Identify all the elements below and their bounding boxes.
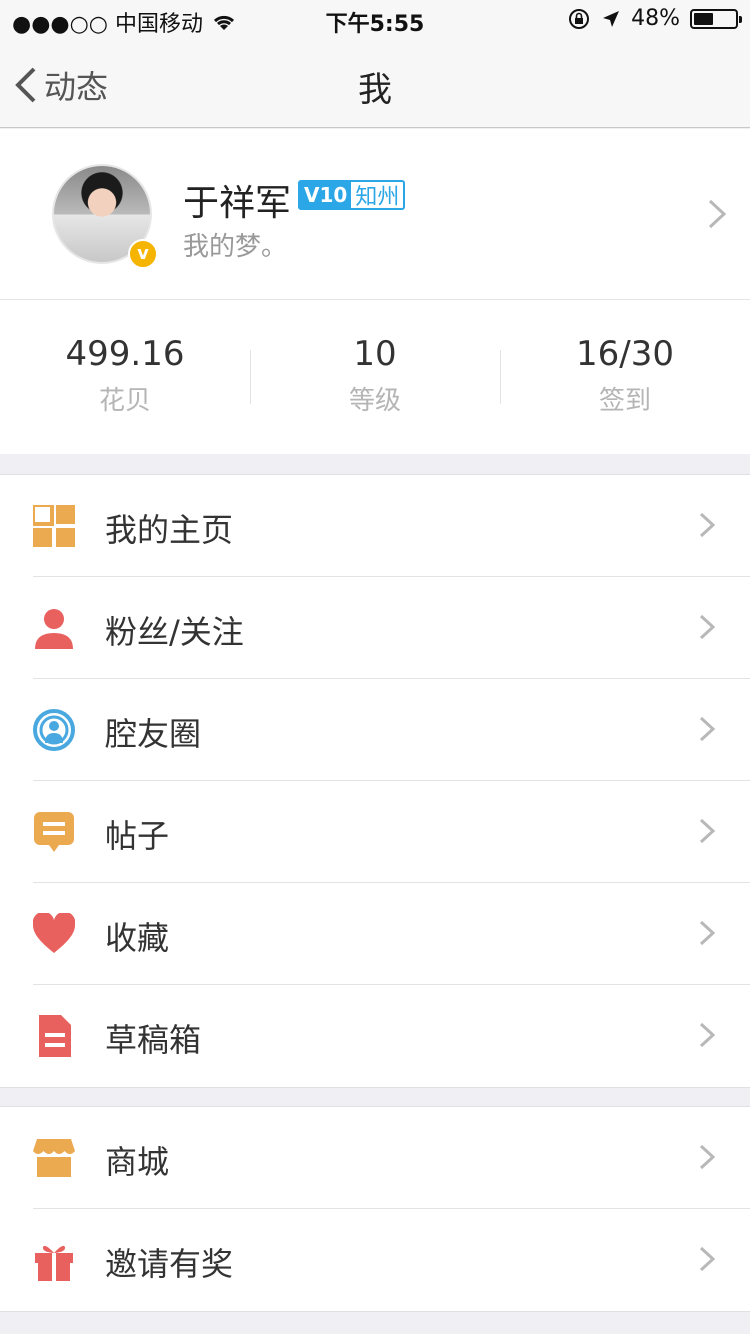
menu-label: 帖子	[105, 817, 170, 855]
menu-item-store[interactable]: 商城	[0, 1107, 750, 1209]
location-label: 知州	[355, 185, 400, 210]
status-bar: ●●●○○ 中国移动 下午5:55 48%	[0, 0, 750, 40]
stat-label: 花贝	[98, 386, 151, 416]
menu-item-invite[interactable]: 邀请有奖	[0, 1209, 750, 1311]
menu-item-circle[interactable]: 腔友圈	[0, 679, 750, 781]
message-icon	[34, 812, 74, 852]
menu-label: 草稿箱	[105, 1021, 202, 1059]
profile-signature: 我的梦。	[183, 232, 288, 262]
profile-name: 于祥军	[183, 183, 292, 224]
menu-item-posts[interactable]: 帖子	[0, 781, 750, 883]
menu-group-extra: 商城 邀请有奖	[0, 1106, 750, 1312]
page-title: 我	[358, 70, 392, 110]
stat-value: 16/30	[576, 334, 674, 374]
stat-coins[interactable]: 499.16 花贝	[0, 300, 250, 454]
stats-panel: 499.16 花贝 10 等级 16/30 签到	[0, 300, 750, 454]
person-icon	[35, 609, 73, 649]
grid-icon	[33, 505, 75, 547]
vip-level: V10	[300, 182, 352, 208]
menu-label: 邀请有奖	[105, 1245, 234, 1283]
profile-card[interactable]: v 于祥军 V10 知州 我的梦。	[0, 129, 750, 300]
stat-label: 等级	[348, 386, 401, 416]
store-icon	[33, 1139, 75, 1177]
vip-badge: V10 知州	[298, 180, 406, 210]
stat-value: 10	[353, 334, 397, 374]
stat-value: 499.16	[65, 334, 185, 374]
chevron-right-icon	[699, 716, 716, 742]
nav-bar: 动态 我	[0, 40, 750, 128]
menu-label: 收藏	[105, 919, 170, 957]
menu-label: 商城	[105, 1143, 170, 1181]
battery-percent: 48%	[631, 6, 680, 31]
stat-checkin[interactable]: 16/30 签到	[500, 300, 750, 454]
heart-icon	[33, 913, 75, 953]
chevron-right-icon	[708, 199, 727, 229]
menu-item-favorites[interactable]: 收藏	[0, 883, 750, 985]
verified-badge: v	[128, 239, 158, 269]
circle-person-icon	[33, 709, 75, 751]
gift-icon	[35, 1245, 73, 1281]
status-right: 48%	[567, 6, 742, 31]
chevron-right-icon	[699, 1246, 716, 1272]
chevron-right-icon	[699, 818, 716, 844]
rotation-lock-icon	[569, 8, 590, 29]
chevron-right-icon	[699, 1144, 716, 1170]
chevron-right-icon	[699, 512, 716, 538]
menu-label: 我的主页	[105, 511, 234, 549]
menu-group-main: 我的主页 粉丝/关注 腔友圈 帖子 收藏 草稿箱	[0, 474, 750, 1088]
document-icon	[39, 1015, 71, 1057]
menu-item-fans[interactable]: 粉丝/关注	[0, 577, 750, 679]
stat-label: 签到	[598, 386, 651, 416]
chevron-right-icon	[699, 1022, 716, 1048]
location-arrow-icon	[603, 10, 620, 27]
menu-item-drafts[interactable]: 草稿箱	[0, 985, 750, 1087]
battery-icon	[690, 8, 742, 29]
stat-level[interactable]: 10 等级	[250, 300, 500, 454]
menu-item-homepage[interactable]: 我的主页	[0, 475, 750, 577]
chevron-right-icon	[699, 920, 716, 946]
battery-fill	[694, 12, 714, 25]
menu-label: 腔友圈	[105, 715, 202, 753]
chevron-right-icon	[699, 614, 716, 640]
menu-label: 粉丝/关注	[105, 613, 244, 651]
